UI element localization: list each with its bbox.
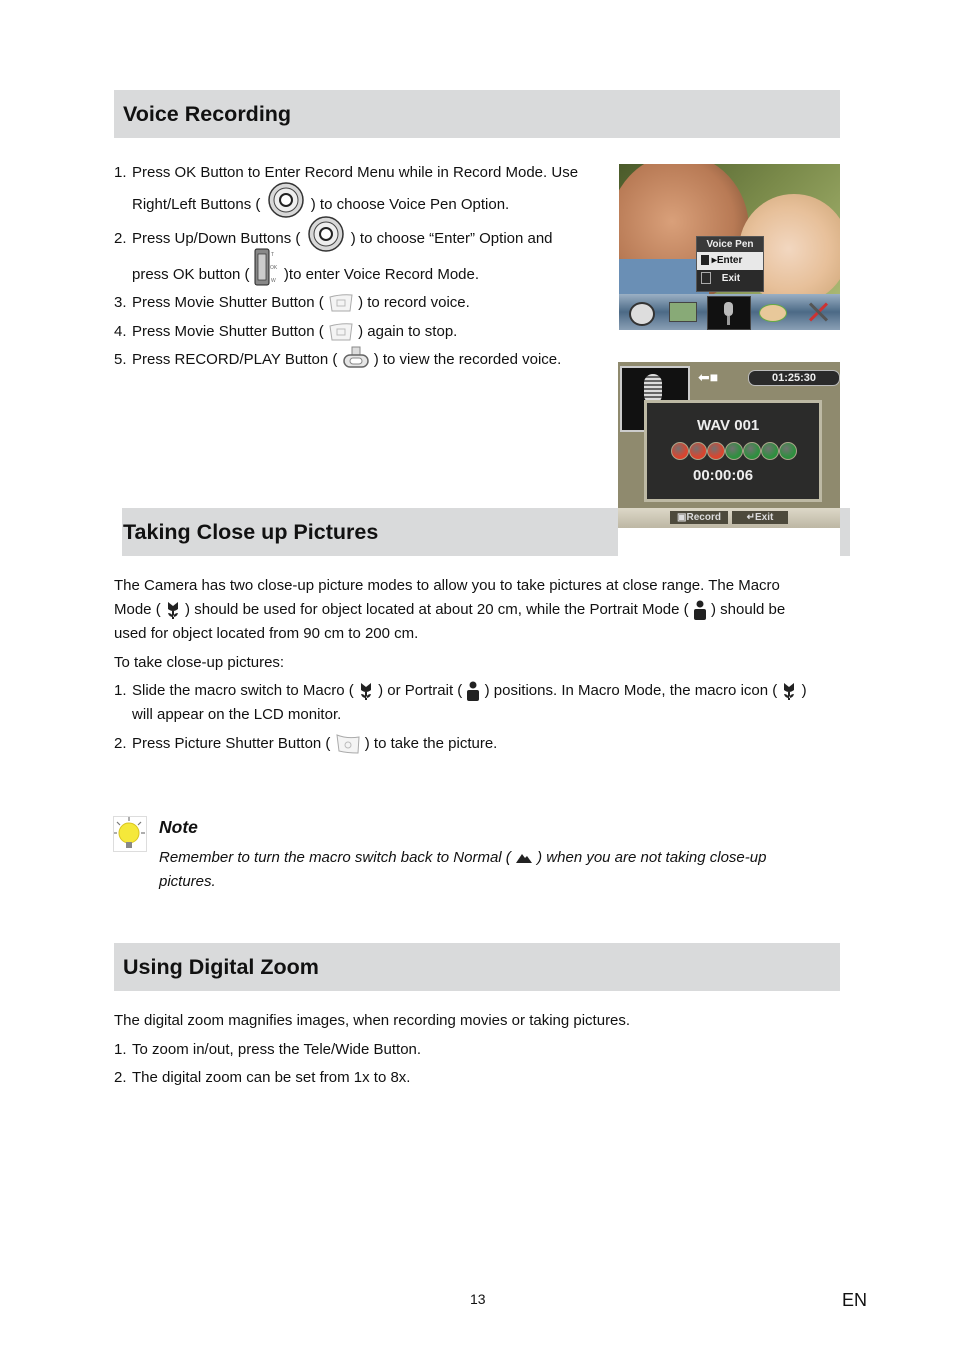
- svg-text:W: W: [271, 278, 276, 284]
- section-header-close-up-tail: [840, 508, 850, 556]
- elapsed-time: 00:00:06: [693, 467, 754, 484]
- macro-flower-icon: [167, 602, 178, 620]
- page-number: 13: [470, 1291, 486, 1307]
- closeup-step-2: 2. Press Picture Shutter Button ( ) to ta…: [114, 732, 497, 756]
- note-text: Remember to turn the macro switch back t…: [159, 849, 767, 890]
- lcd-screen-voice-pen-menu: Voice Pen ▸Enter Exit: [619, 164, 840, 330]
- return-icon: ↵: [746, 512, 756, 523]
- level-led-red: [689, 442, 707, 460]
- section-header-voice-recording: Voice Recording: [114, 90, 840, 138]
- effect-palette-icon[interactable]: [759, 304, 787, 322]
- portrait-person-icon: [467, 681, 480, 702]
- closeup-step-1-cont: will appear on the LCD monitor.: [132, 706, 342, 723]
- svg-text:T: T: [271, 252, 274, 258]
- voice-step-2-cont: press OK button ( T OK W )to enter Voice…: [132, 248, 479, 287]
- record-soft-button[interactable]: ▣Record: [670, 511, 728, 524]
- movie-shutter-icon: [329, 294, 353, 312]
- record-icon: ▣: [677, 512, 687, 523]
- section-header-digital-zoom: Using Digital Zoom: [114, 943, 840, 991]
- lcd-screen-voice-record: ⬅■ 01:25:30 WAV 001 00:00:06 ▣Record ↵Ex…: [618, 362, 840, 528]
- soft-button-bar: ▣Record ↵Exit: [618, 508, 840, 528]
- movie-mode-icon[interactable]: [629, 302, 655, 326]
- section-title: Voice Recording: [123, 102, 292, 126]
- level-led-green: [779, 442, 797, 460]
- navigation-pad-icon: [307, 216, 344, 252]
- section-title: Using Digital Zoom: [123, 955, 319, 979]
- menu-item-exit[interactable]: Exit: [697, 270, 763, 288]
- record-play-button-icon: [342, 346, 369, 368]
- voice-pen-menu: Voice Pen ▸Enter Exit: [696, 236, 764, 292]
- recording-panel: WAV 001 00:00:06: [644, 400, 822, 502]
- normal-mode-mountain-icon: [515, 854, 532, 864]
- voice-step-4: 4. Press Movie Shutter Button ( ) again t…: [114, 320, 457, 344]
- exit-soft-button[interactable]: ↵Exit: [732, 511, 788, 524]
- level-led-green: [743, 442, 761, 460]
- section-title: Taking Close up Pictures: [123, 520, 379, 544]
- svg-text:OK: OK: [270, 265, 278, 271]
- back-arrow-icon: ⬅■: [698, 369, 719, 385]
- voice-step-3: 3. Press Movie Shutter Button ( ) to reco…: [114, 291, 470, 315]
- zoom-step-1: 1. To zoom in/out, press the Tele/Wide Bu…: [114, 1041, 422, 1058]
- menu-title: Voice Pen: [697, 237, 763, 252]
- portrait-person-icon: [693, 600, 706, 621]
- picture-shutter-icon: [335, 734, 360, 754]
- voice-step-5: 5. Press RECORD/PLAY Button ( ) to view t…: [114, 346, 561, 372]
- voice-pen-icon[interactable]: [707, 296, 751, 330]
- exit-door-icon: [701, 272, 711, 285]
- macro-flower-icon: [360, 683, 371, 701]
- level-led-red: [671, 442, 689, 460]
- lightbulb-note-icon: [113, 816, 147, 852]
- section-header-close-up: Taking Close up Pictures: [122, 508, 618, 556]
- language-code: EN: [842, 1290, 868, 1310]
- camera-mode-icon[interactable]: [669, 302, 697, 322]
- clock-display: 01:25:30: [748, 370, 840, 386]
- closeup-intro-line-3: used for object located from 90 cm to 20…: [114, 625, 419, 642]
- navigation-pad-icon: [267, 182, 304, 218]
- zoom-step-2: 2. The digital zoom can be set from 1x to…: [114, 1069, 411, 1086]
- voice-step-2: 2. Press Up/Down Buttons ( ) to choose “E…: [114, 216, 553, 253]
- level-led-green: [761, 442, 779, 460]
- level-meter: [671, 442, 801, 460]
- note-title: Note: [159, 817, 198, 837]
- level-led-red: [707, 442, 725, 460]
- settings-tools-icon[interactable]: [807, 300, 829, 322]
- closeup-intro-line-2: Mode ( ) should be used for object locat…: [114, 598, 785, 622]
- mode-icon-bar: [619, 294, 840, 330]
- voice-step-1: 1. Press OK Button to Enter Record Menu w…: [114, 164, 579, 181]
- menu-item-enter[interactable]: ▸Enter: [697, 252, 763, 270]
- closeup-step-1: 1. Slide the macro switch to Macro ( ) or…: [114, 679, 807, 703]
- closeup-intro-line-1: The Camera has two close-up picture mode…: [114, 577, 780, 594]
- ok-zoom-button-icon: T OK W: [254, 248, 278, 286]
- macro-flower-icon: [784, 683, 795, 701]
- closeup-lead: To take close-up pictures:: [114, 654, 285, 671]
- microphone-icon: [701, 255, 709, 266]
- zoom-intro: The digital zoom magnifies images, when …: [114, 1012, 631, 1029]
- file-name: WAV 001: [697, 417, 760, 434]
- level-led-green: [725, 442, 743, 460]
- movie-shutter-icon: [329, 323, 353, 341]
